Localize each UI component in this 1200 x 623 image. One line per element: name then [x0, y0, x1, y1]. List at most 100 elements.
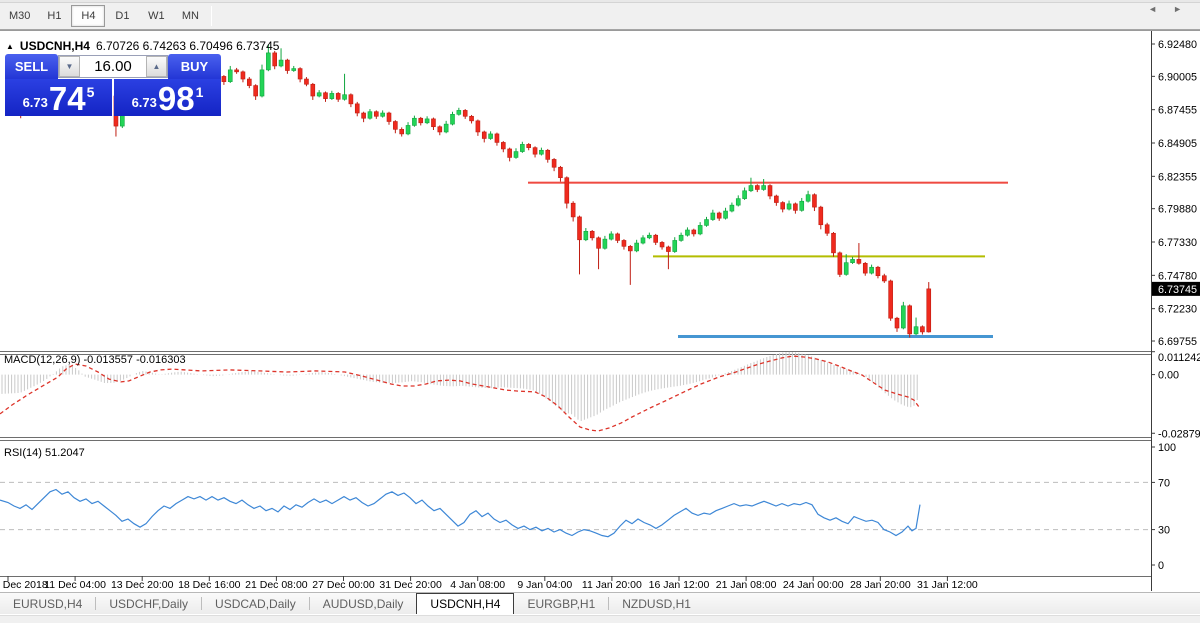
candle-body [863, 263, 867, 273]
price-axis-label: 6.79880 [1158, 204, 1197, 216]
volume-input[interactable]: 16.00 [80, 56, 146, 77]
rsi-axis-label: 0 [1158, 560, 1164, 572]
candle-body [698, 225, 702, 233]
candle-body [495, 134, 499, 142]
tab-scroll-right-icon[interactable]: ► [1173, 4, 1182, 14]
candle-body [311, 84, 315, 96]
candle-body [514, 152, 518, 158]
price-axis-label: 6.69755 [1158, 336, 1197, 348]
candle-body [527, 144, 531, 147]
price-axis-label: 6.72230 [1158, 304, 1197, 316]
price-axis-label: 6.87455 [1158, 105, 1197, 117]
candle-body [749, 186, 753, 191]
symbol-tab-bar: EURUSD,H4USDCHF,DailyUSDCAD,DailyAUDUSD,… [0, 592, 1200, 614]
candle-body [393, 122, 397, 130]
candle-body [533, 148, 537, 155]
buy-button[interactable]: BUY [168, 54, 221, 79]
chart-ohlc-header: ▲ USDCNH,H4 6.70726 6.74263 6.70496 6.73… [6, 39, 279, 53]
candle-body [362, 113, 366, 118]
candle-body [374, 112, 378, 117]
candle-body [451, 114, 455, 124]
chart-tab-usdcnh[interactable]: USDCNH,H4 [416, 593, 514, 614]
price-axis-label: 6.84905 [1158, 138, 1197, 150]
price-axis-label: 6.82355 [1158, 171, 1197, 183]
chart-tab-usdcad[interactable]: USDCAD,Daily [202, 593, 309, 614]
candle-body [317, 93, 321, 96]
chart-tab-eurusd[interactable]: EURUSD,H4 [0, 593, 95, 614]
volume-decrease-button[interactable]: ▼ [59, 56, 80, 77]
candle-body [666, 247, 670, 252]
candle-body [781, 203, 785, 210]
time-axis-label: 4 Jan 08:00 [450, 579, 505, 591]
candle-body [622, 240, 626, 246]
candle-body [844, 263, 848, 275]
status-bar [0, 615, 1200, 623]
rsi-axis-label: 70 [1158, 477, 1170, 489]
candle-body [292, 69, 296, 71]
tab-scroll-left-icon[interactable]: ◄ [1148, 4, 1157, 14]
candle-body [355, 104, 359, 113]
candle-body [685, 230, 689, 235]
chart-tab-nzdusd[interactable]: NZDUSD,H1 [609, 593, 704, 614]
time-axis-border [0, 576, 1151, 577]
chart-tab-usdchf[interactable]: USDCHF,Daily [96, 593, 201, 614]
time-axis-label: 24 Jan 00:00 [783, 579, 844, 591]
candle-body [787, 204, 791, 209]
candle-body [273, 53, 277, 66]
candle-body [520, 144, 524, 151]
candle-body [444, 124, 448, 132]
sell-price-display[interactable]: 6.73 74 5 [5, 79, 112, 116]
candle-body [578, 217, 582, 240]
candle-body [571, 203, 575, 217]
sell-button[interactable]: SELL [5, 54, 58, 79]
candle-body [260, 70, 264, 96]
candle-body [482, 132, 486, 139]
sell-price-point: 5 [87, 84, 95, 100]
time-axis-label: 6 Dec 2018 [0, 579, 48, 591]
candle-body [705, 220, 709, 226]
candle-body [901, 306, 905, 328]
trend-line-resistance-red [528, 182, 1008, 184]
candle-body [476, 121, 480, 132]
candle-body [438, 127, 442, 132]
chart-ohlc-values: 6.70726 6.74263 6.70496 6.73745 [96, 39, 280, 53]
candle-body [679, 235, 683, 240]
time-axis-label: 21 Jan 08:00 [716, 579, 777, 591]
candle-body [349, 95, 353, 104]
candle-body [660, 242, 664, 247]
sell-price-pips: 74 [49, 84, 86, 114]
pane-separator [0, 440, 1151, 441]
time-axis-label: 9 Jan 04:00 [517, 579, 572, 591]
chart-tab-audusd[interactable]: AUDUSD,Daily [310, 593, 417, 614]
buy-price-base: 6.73 [132, 95, 157, 110]
candle-body [876, 267, 880, 275]
price-axis-label: 6.92480 [1158, 39, 1197, 51]
rsi-axis-label: 100 [1158, 442, 1176, 454]
candle-body [304, 79, 308, 84]
candle-body [920, 327, 924, 332]
candle-body [724, 211, 728, 218]
buy-price-display[interactable]: 6.73 98 1 [114, 79, 221, 116]
candle-body [711, 213, 715, 220]
candle-body [381, 113, 385, 116]
candle-body [641, 238, 645, 243]
candle-body [470, 116, 474, 121]
candle-body [425, 119, 429, 123]
one-click-trading-panel: SELL ▼ 16.00 ▲ BUY 6.73 74 5 6.73 98 1 [5, 54, 221, 116]
candle-body [895, 318, 899, 328]
candle-body [565, 178, 569, 203]
candle-body [762, 186, 766, 190]
candle-body [539, 150, 543, 154]
collapse-panel-icon[interactable]: ▲ [6, 42, 14, 51]
candle-body [889, 281, 893, 318]
candle-body [806, 195, 810, 202]
candle-body [324, 93, 328, 99]
candle-body [870, 267, 874, 273]
candle-body [285, 60, 289, 70]
candle-body [832, 233, 836, 253]
candle-body [857, 259, 861, 263]
candle-body [628, 246, 632, 251]
chart-tab-eurgbp[interactable]: EURGBP,H1 [514, 593, 608, 614]
volume-increase-button[interactable]: ▲ [146, 56, 167, 77]
candle-body [336, 93, 340, 99]
